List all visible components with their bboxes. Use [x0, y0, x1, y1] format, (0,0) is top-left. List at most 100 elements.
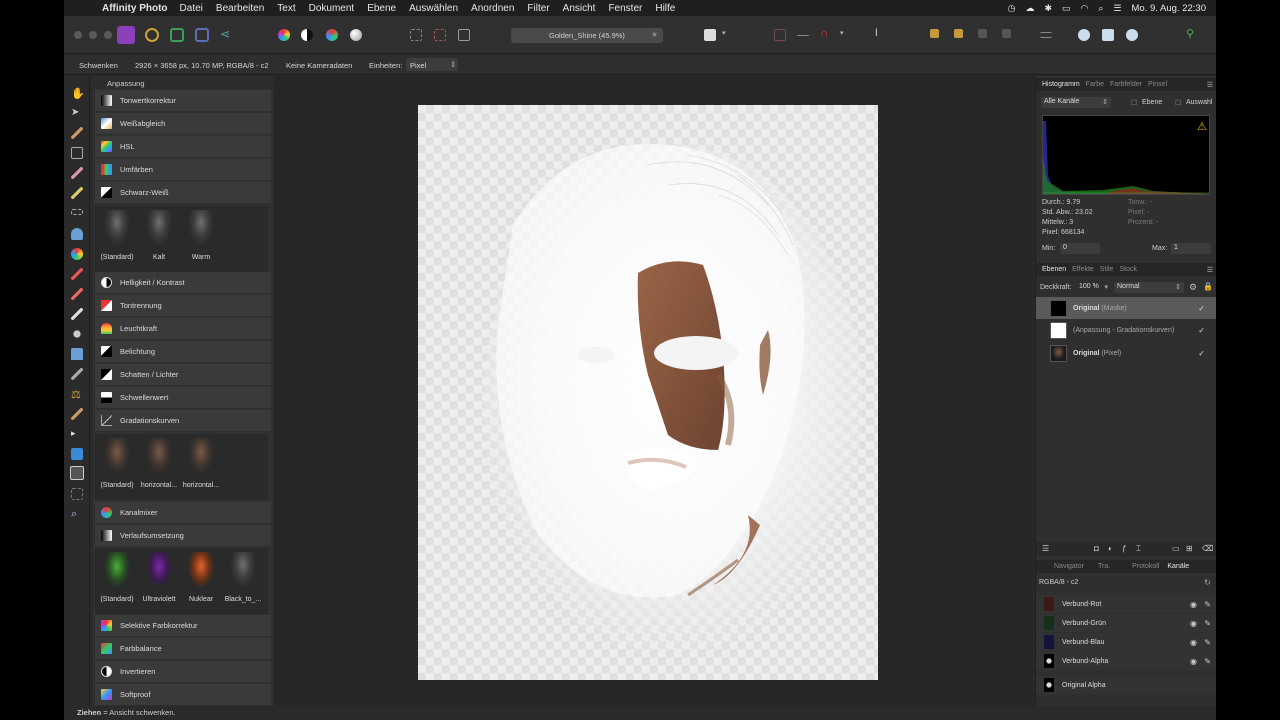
tab-pinsel[interactable]: Pinsel: [1148, 81, 1167, 88]
gear-icon[interactable]: ⚙: [1189, 282, 1197, 293]
arrange-top-icon[interactable]: [1002, 29, 1011, 38]
channel-select[interactable]: Alle Kanäle ⇕: [1041, 97, 1111, 108]
tab-stile[interactable]: Stile: [1100, 266, 1114, 273]
gradient-tool-icon[interactable]: [71, 248, 83, 260]
units-select[interactable]: Pixel ⇕: [406, 58, 458, 71]
mesh-warp-icon[interactable]: [71, 488, 83, 500]
tab-navigator[interactable]: Navigator: [1054, 563, 1084, 570]
grid-icon[interactable]: [774, 29, 786, 41]
menu-dokument[interactable]: Dokument: [309, 3, 355, 14]
adj-hsl[interactable]: HSL: [95, 136, 271, 158]
tab-transform[interactable]: Tra.: [1098, 563, 1110, 570]
adj-schatten-lichter[interactable]: Schatten / Lichter: [95, 364, 271, 386]
layer-visibility-checkbox[interactable]: ✓: [1198, 326, 1205, 335]
snapping-magnet-icon[interactable]: ∩: [820, 26, 832, 40]
layer-row-pixel[interactable]: Original (Pixel) ✓: [1036, 342, 1216, 364]
guides-icon[interactable]: [797, 35, 809, 36]
adj-gradationskurven[interactable]: Gradationskurven: [95, 410, 271, 432]
refresh-icon[interactable]: ↻: [1204, 578, 1211, 587]
channel-row-original-alpha[interactable]: Original Alpha: [1036, 676, 1216, 694]
eye-icon[interactable]: ◉: [1190, 657, 1197, 666]
layer-row-curves[interactable]: (Anpassung - Gradationskurven) ✓: [1036, 319, 1216, 341]
menu-hilfe[interactable]: Hilfe: [655, 3, 675, 14]
tab-farbfelder[interactable]: Farbfelder: [1110, 81, 1142, 88]
adj-verlaufsumsetzung[interactable]: Verlaufsumsetzung: [95, 525, 271, 547]
color-replacement-icon[interactable]: [71, 288, 83, 300]
adj-kanalmixer[interactable]: Kanalmixer: [95, 502, 271, 524]
curves-preset-horizontal-2[interactable]: horizontal...: [181, 434, 221, 489]
tab-ebenen[interactable]: Ebenen: [1042, 266, 1066, 273]
menu-ansicht[interactable]: Ansicht: [563, 3, 596, 14]
max-field[interactable]: 1: [1171, 243, 1211, 254]
minimize-window-button[interactable]: [89, 31, 97, 39]
arrange-front-icon[interactable]: [978, 29, 987, 38]
channel-row-green[interactable]: Verbund-Grün ◉ ✎: [1036, 614, 1216, 632]
shape-tool-icon[interactable]: [71, 448, 83, 460]
layer-checkbox[interactable]: ☐: [1131, 99, 1137, 107]
eye-icon[interactable]: ◉: [1190, 619, 1197, 628]
adj-softproof[interactable]: Softproof: [95, 684, 271, 706]
tab-protokoll[interactable]: Protokoll: [1132, 563, 1159, 570]
crop-tool-icon[interactable]: [71, 147, 83, 159]
photo-persona-icon[interactable]: [117, 26, 135, 44]
assistant-icon[interactable]: ⏽: [872, 27, 884, 39]
blemish-tool-icon[interactable]: [71, 368, 83, 380]
curves-preset-standard[interactable]: (Standard): [97, 434, 137, 489]
inpainting-tool-icon[interactable]: ⚖: [71, 388, 83, 401]
wifi-icon[interactable]: ◠: [1081, 3, 1089, 14]
hand-tool-icon[interactable]: ✋: [71, 87, 85, 100]
contrast-icon[interactable]: [301, 29, 313, 41]
adj-belichtung[interactable]: Belichtung: [95, 341, 271, 363]
menu-ebene[interactable]: Ebene: [367, 3, 396, 14]
chevron-down-icon[interactable]: ▾: [722, 29, 734, 41]
paint-brush-icon[interactable]: [71, 268, 83, 280]
quick-mask-icon[interactable]: [704, 29, 716, 41]
menu-datei[interactable]: Datei: [180, 3, 203, 14]
tab-kanaele[interactable]: Kanäle: [1167, 563, 1189, 570]
cloud-sync-icon[interactable]: ☁: [1025, 3, 1034, 14]
adj-leuchtkraft[interactable]: Leuchtkraft: [95, 318, 271, 340]
adj-weissabgleich[interactable]: Weißabgleich: [95, 113, 271, 135]
white-balance-icon[interactable]: [350, 29, 362, 41]
bw-preset-warm[interactable]: Warm: [181, 206, 221, 261]
adj-helligkeit-kontrast[interactable]: Helligkeit / Kontrast: [95, 272, 271, 294]
panel-menu-icon[interactable]: ☰: [1207, 81, 1213, 89]
invert-selection-icon[interactable]: [458, 29, 470, 41]
warning-icon[interactable]: ⚠: [1197, 120, 1207, 133]
adj-farbbalance[interactable]: Farbbalance: [95, 638, 271, 660]
adj-schwarz-weiss[interactable]: Schwarz-Weiß: [95, 182, 271, 204]
arrange-back-icon[interactable]: [930, 29, 939, 38]
share-icon[interactable]: [1126, 29, 1138, 41]
marquee-tool-icon[interactable]: [71, 209, 83, 215]
color-picker-icon[interactable]: [71, 127, 83, 139]
liquify-persona-icon[interactable]: [145, 28, 159, 42]
dodge-tool-icon[interactable]: [71, 328, 83, 340]
deselect-icon[interactable]: [434, 29, 446, 41]
studio-icon[interactable]: [1078, 29, 1090, 41]
bw-preset-kalt[interactable]: Kalt: [139, 206, 179, 261]
bw-preset-standard[interactable]: (Standard): [97, 206, 137, 261]
smudge-tool-icon[interactable]: [71, 408, 83, 420]
live-filter-icon[interactable]: ⌶: [1136, 544, 1141, 554]
marquee-select-icon[interactable]: [410, 29, 422, 41]
node-tool-icon[interactable]: ▸: [71, 428, 83, 440]
adj-schwellenwert[interactable]: Schwellenwert: [95, 387, 271, 409]
pencil-icon[interactable]: ✎: [1204, 600, 1211, 609]
battery-icon[interactable]: ▭: [1062, 3, 1071, 14]
layer-visibility-checkbox[interactable]: ✓: [1198, 304, 1205, 313]
pencil-icon[interactable]: ✎: [1204, 657, 1211, 666]
clock-status-icon[interactable]: ◷: [1008, 3, 1016, 14]
menu-anordnen[interactable]: Anordnen: [471, 3, 514, 14]
curves-preset-horizontal-1[interactable]: horizontal...: [139, 434, 179, 489]
gradient-preset-standard[interactable]: (Standard): [97, 548, 137, 603]
trash-icon[interactable]: ⌫: [1202, 544, 1213, 553]
bluetooth-icon[interactable]: ✱: [1044, 3, 1052, 14]
document-canvas[interactable]: [418, 105, 878, 680]
channel-row-blue[interactable]: Verbund-Blau ◉ ✎: [1036, 633, 1216, 651]
layers-stack-icon[interactable]: ☰: [1042, 544, 1049, 553]
develop-persona-icon[interactable]: [170, 28, 184, 42]
adj-selektive-farbkorrektur[interactable]: Selektive Farbkorrektur: [95, 615, 271, 637]
adj-invertieren[interactable]: Invertieren: [95, 661, 271, 683]
close-window-button[interactable]: [74, 31, 82, 39]
color-wheel-icon[interactable]: [278, 29, 290, 41]
